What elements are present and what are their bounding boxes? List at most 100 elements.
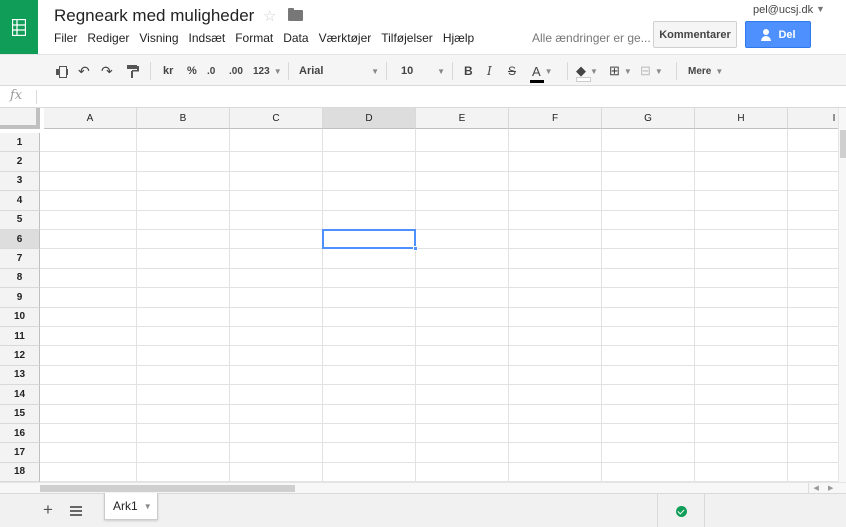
bold-button[interactable]: B [464,63,473,79]
horizontal-scroll-thumb[interactable] [40,485,295,492]
column-header-h[interactable]: H [695,108,788,129]
folder-icon[interactable] [288,8,303,21]
font-family-label: Arial [299,65,324,77]
row-gridline [40,151,846,153]
fill-color-icon: ◆ [576,63,591,82]
more-formats-label: 123 [253,65,270,77]
menu-insert[interactable]: Indsæt [189,31,226,47]
select-all-corner[interactable] [0,108,40,129]
row-header-14[interactable]: 14 [0,385,40,405]
borders-button[interactable]: ⊞ ▼ [609,63,632,79]
sheet-tab-ark1[interactable]: Ark1 ▼ [104,493,158,520]
font-size-dropdown[interactable]: 10 ▼ [401,63,445,79]
row-header-2[interactable]: 2 [0,152,40,172]
spreadsheet-grid[interactable]: A B C D E F G H I 1 2 3 4 5 6 7 8 9 10 11 12 13 14 15 16 17 18 [0,108,846,482]
menu-data[interactable]: Data [283,31,308,47]
column-header-d[interactable]: D [323,108,416,129]
strikethrough-button[interactable]: S [508,63,516,79]
horizontal-scrollbar[interactable]: ◀ ▶ [0,482,846,493]
vertical-scrollbar[interactable] [838,108,846,482]
font-family-dropdown[interactable]: Arial ▼ [299,63,379,79]
row-header-16[interactable]: 16 [0,424,40,444]
scroll-left-icon[interactable]: ◀ [814,484,819,492]
sheet-list-icon[interactable] [70,506,82,516]
row-header-10[interactable]: 10 [0,307,40,327]
row-gridline [40,229,846,230]
menu-format[interactable]: Format [235,31,273,47]
chevron-down-icon: ▼ [544,66,553,76]
row-gridline [40,190,846,192]
row-header-17[interactable]: 17 [0,443,40,463]
sheet-bar: + Ark1 ▼ [0,493,846,527]
star-icon[interactable]: ☆ [263,7,276,25]
fill-handle[interactable] [413,246,418,252]
paint-format-button[interactable] [127,63,139,79]
fill-color-button[interactable]: ◆ ▼ [576,63,598,82]
column-header-e[interactable]: E [416,108,509,129]
toolbar-divider [567,62,568,80]
row-header-6[interactable]: 6 [0,230,40,250]
column-gridline [601,129,602,482]
column-header-c[interactable]: C [230,108,323,129]
redo-button[interactable]: ↷ [101,63,113,79]
document-title[interactable]: Regneark med muligheder [54,6,254,26]
menu-addons[interactable]: Tilføjelser [381,31,433,47]
column-gridline [787,129,788,482]
formula-input[interactable] [42,88,832,106]
scroll-right-icon[interactable]: ▶ [828,484,833,492]
account-caret-icon[interactable]: ▼ [816,4,825,14]
increase-decimals-button[interactable]: .00 [229,63,243,79]
menu-edit[interactable]: Rediger [87,31,129,47]
menu-file[interactable]: Filer [54,31,77,47]
row-gridline [40,384,846,386]
row-header-4[interactable]: 4 [0,191,40,211]
row-header-9[interactable]: 9 [0,288,40,308]
sheets-logo-icon[interactable] [0,0,38,54]
row-gridline [40,423,846,424]
row-gridline [40,170,846,172]
row-header-11[interactable]: 11 [0,327,40,347]
row-header-7[interactable]: 7 [0,249,40,269]
decrease-decimals-button[interactable]: .0 [207,63,215,79]
comments-button[interactable]: Kommentarer [653,21,737,48]
text-color-button[interactable]: A ▼ [530,63,553,83]
undo-button[interactable]: ↶ [78,63,90,79]
print-button[interactable] [56,63,68,79]
merge-cells-button[interactable]: ⊟ ▼ [640,63,663,79]
menu-view[interactable]: Visning [139,31,178,47]
column-header-f[interactable]: F [509,108,602,129]
percent-button[interactable]: % [187,63,197,79]
add-sheet-button[interactable]: + [43,500,53,520]
selected-cell[interactable] [322,229,416,250]
row-header-13[interactable]: 13 [0,365,40,386]
vertical-scroll-thumb[interactable] [840,130,846,158]
row-gridline [40,345,846,347]
column-gridline [136,129,137,482]
save-status[interactable]: Alle ændringer er ge... [532,31,651,45]
merge-cells-icon: ⊟ [640,63,651,78]
user-email[interactable]: pel@ucsj.dk [753,4,813,16]
row-header-5[interactable]: 5 [0,210,40,230]
redo-icon: ↷ [101,62,113,79]
currency-button[interactable]: kr [163,63,173,79]
row-header-1[interactable]: 1 [0,133,40,153]
column-header-a[interactable]: A [44,108,137,129]
row-header-12[interactable]: 12 [0,346,40,366]
column-header-b[interactable]: B [137,108,230,129]
column-header-g[interactable]: G [602,108,695,129]
share-label: Del [778,28,796,41]
borders-icon: ⊞ [609,63,620,78]
menu-tools[interactable]: Værktøjer [319,31,372,47]
chevron-down-icon[interactable]: ▼ [144,502,152,511]
row-header-3[interactable]: 3 [0,171,40,192]
save-status-indicator[interactable] [657,494,705,527]
more-dropdown[interactable]: Mere ▼ [688,63,723,79]
row-header-8[interactable]: 8 [0,268,40,289]
row-header-15[interactable]: 15 [0,404,40,424]
share-button[interactable]: Del [745,21,811,48]
row-header-18[interactable]: 18 [0,462,40,482]
toolbar-divider [676,62,677,80]
more-formats-dropdown[interactable]: 123 ▼ [253,63,282,79]
italic-button[interactable]: I [487,63,492,79]
menu-help[interactable]: Hjælp [443,31,474,47]
